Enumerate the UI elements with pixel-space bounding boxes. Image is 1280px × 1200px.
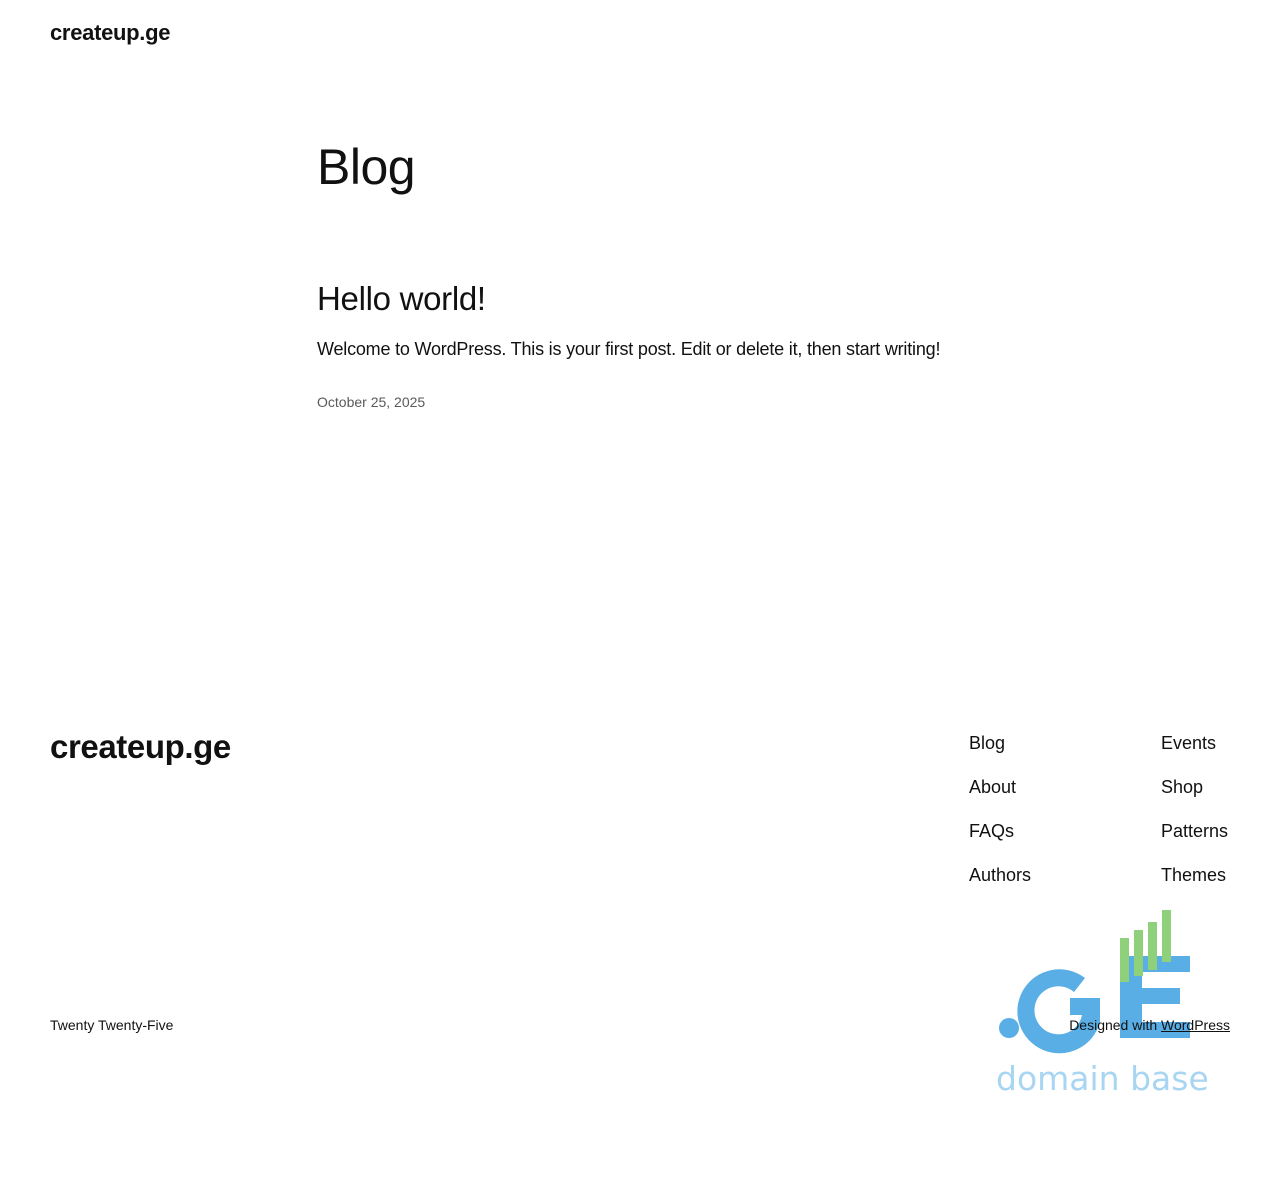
designed-with-text: Designed with bbox=[1069, 1017, 1162, 1033]
footer-nav-primary: Blog About FAQs Authors bbox=[969, 731, 1031, 907]
footer-nav-blog[interactable]: Blog bbox=[969, 731, 1031, 775]
footer-nav-events[interactable]: Events bbox=[1161, 731, 1228, 775]
logo-bar-4 bbox=[1162, 910, 1171, 962]
post-title-link[interactable]: Hello world! bbox=[317, 280, 486, 318]
post-date: October 25, 2025 bbox=[317, 394, 426, 410]
footer-nav-secondary: Events Shop Patterns Themes bbox=[1161, 731, 1228, 907]
footer-nav-about[interactable]: About bbox=[969, 775, 1031, 819]
logo-bar-1 bbox=[1120, 938, 1129, 982]
footer-nav-patterns[interactable]: Patterns bbox=[1161, 819, 1228, 863]
post-excerpt: Welcome to WordPress. This is your first… bbox=[317, 339, 941, 359]
theme-credit: Twenty Twenty-Five bbox=[50, 1017, 174, 1033]
logo-letter-e-mid bbox=[1120, 988, 1180, 1004]
logo-bar-3 bbox=[1148, 922, 1157, 970]
logo-dot bbox=[999, 1018, 1019, 1038]
ge-domain-logo-icon: domain base bbox=[996, 910, 1209, 1098]
page-title: Blog bbox=[317, 139, 416, 195]
footer-nav-shop[interactable]: Shop bbox=[1161, 775, 1228, 819]
footer-nav-faqs[interactable]: FAQs bbox=[969, 819, 1031, 863]
logo-letter-g bbox=[1017, 969, 1100, 1054]
footer-site-title-link[interactable]: createup.ge bbox=[50, 728, 231, 766]
wordpress-link[interactable]: WordPress bbox=[1161, 1017, 1230, 1033]
logo-bar-2 bbox=[1134, 930, 1143, 976]
site-title-link[interactable]: createup.ge bbox=[50, 20, 171, 46]
logo-tagline: domain base bbox=[996, 1059, 1209, 1098]
designed-with-credit: Designed with WordPress bbox=[1069, 1017, 1230, 1033]
page: createup.ge Blog Hello world! Welcome to… bbox=[0, 0, 1280, 1200]
